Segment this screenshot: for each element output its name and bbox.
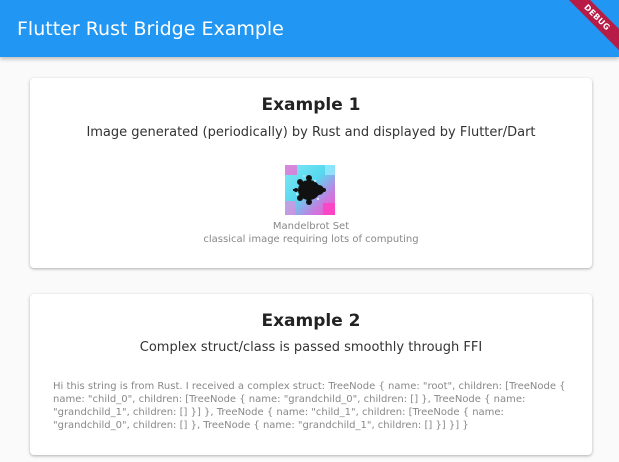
mandelbrot-image bbox=[285, 165, 335, 215]
example-2-card: Example 2 Complex struct/class is passed… bbox=[30, 294, 592, 455]
app-title: Flutter Rust Bridge Example bbox=[17, 18, 284, 40]
mandelbrot-caption-subtitle: classical image requiring lots of comput… bbox=[203, 234, 419, 245]
mandelbrot-caption-title: Mandelbrot Set bbox=[272, 221, 350, 232]
example-1-card: Example 1 Image generated (periodically)… bbox=[30, 78, 592, 268]
example-1-title: Example 1 bbox=[261, 95, 361, 115]
rust-message-text: Hi this string is from Rust. I received … bbox=[53, 381, 566, 431]
example-2-title: Example 2 bbox=[261, 311, 361, 331]
example-2-subtitle: Complex struct/class is passed smoothly … bbox=[139, 340, 483, 355]
example-1-subtitle: Image generated (periodically) by Rust a… bbox=[86, 125, 536, 140]
app-bar: Flutter Rust Bridge Example bbox=[0, 0, 619, 57]
